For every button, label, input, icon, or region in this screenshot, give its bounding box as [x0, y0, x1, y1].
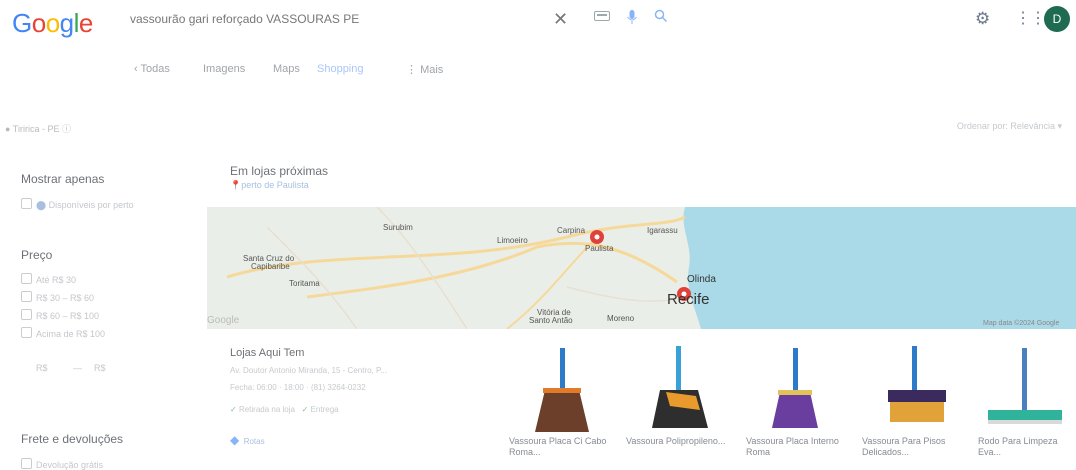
sort-dropdown[interactable]: Ordenar por: Relevância ▾ — [957, 121, 1062, 132]
gear-icon[interactable]: ⚙ — [975, 9, 990, 29]
checkbox[interactable] — [21, 198, 32, 209]
keyboard-icon[interactable] — [594, 9, 610, 27]
directions-icon: ◆ — [230, 433, 240, 447]
tab-shopping[interactable]: Shopping — [317, 63, 364, 75]
price-option-4[interactable]: Acima de R$ 100 — [21, 327, 105, 339]
product-title[interactable]: Vassoura Para Pisos Delicados... — [862, 436, 974, 458]
svg-text:Toritama: Toritama — [289, 279, 320, 288]
product-image — [888, 346, 946, 422]
svg-text:Paulista: Paulista — [585, 244, 614, 253]
location-indicator[interactable]: ● Tiririca - PE ⓘ — [5, 122, 71, 135]
shipping-heading: Frete e devoluções — [21, 432, 124, 446]
tab-maps[interactable]: Maps — [273, 63, 300, 75]
product-title[interactable]: Rodo Para Limpeza Eva... — [978, 436, 1074, 458]
close-icon[interactable]: ✕ — [553, 9, 568, 30]
map[interactable]: Surubim Limoeiro Carpina Igarassu Paulis… — [207, 207, 1076, 329]
product-card[interactable]: Rodo Para Limpeza Eva... — [978, 344, 1074, 470]
product-card[interactable]: Vassoura Placa Interno Roma — [746, 344, 858, 470]
pin-icon: ⬤ — [36, 200, 47, 210]
google-logo[interactable]: Google — [12, 8, 93, 39]
price-option-1[interactable]: Até R$ 30 — [21, 273, 76, 285]
product-title[interactable]: Vassoura Placa Interno Roma — [746, 436, 858, 458]
svg-text:Santo Antão: Santo Antão — [529, 316, 573, 325]
svg-text:Surubim: Surubim — [383, 223, 413, 232]
svg-text:Map data ©2024 Google: Map data ©2024 Google — [983, 319, 1059, 327]
product-card[interactable]: Vassoura Placa Ci Cabo Roma... — [509, 344, 621, 470]
nearby-location[interactable]: 📍perto de Paulista — [230, 180, 309, 191]
svg-text:Google: Google — [207, 315, 240, 326]
help-icon[interactable]: ⓘ — [62, 124, 71, 134]
directions-link[interactable]: ◆ Rotas — [230, 433, 265, 447]
map-canvas: Surubim Limoeiro Carpina Igarassu Paulis… — [207, 207, 1076, 329]
store-name[interactable]: Lojas Aqui Tem — [230, 347, 304, 359]
price-heading: Preço — [21, 248, 53, 262]
product-image — [988, 348, 1062, 424]
search-input[interactable]: vassourão gari reforçado VASSOURAS PE — [130, 12, 359, 26]
free-return-filter[interactable]: Devolução grátis — [21, 458, 103, 470]
nearby-filter[interactable]: ⬤ Disponíveis por perto — [21, 198, 134, 211]
product-card[interactable]: Vassoura Polipropileno... — [626, 344, 738, 470]
product-title[interactable]: Vassoura Placa Ci Cabo Roma... — [509, 436, 621, 458]
max-price-input[interactable]: R$ — [94, 363, 106, 373]
svg-text:Limoeiro: Limoeiro — [497, 236, 528, 245]
svg-text:Capibaribe: Capibaribe — [251, 262, 290, 271]
range-dash: — — [73, 363, 82, 373]
product-image — [772, 348, 818, 428]
store-address: Av. Doutor Antonio Miranda, 15 - Centro,… — [230, 366, 387, 375]
min-price-input[interactable]: R$ — [36, 363, 48, 373]
product-title[interactable]: Vassoura Polipropileno... — [626, 436, 738, 447]
price-option-2[interactable]: R$ 30 – R$ 60 — [21, 291, 94, 303]
product-card[interactable]: Vassoura Para Pisos Delicados... — [862, 344, 974, 470]
product-image — [652, 346, 708, 428]
store-badges: ✓ Retirada na loja ✓ Entrega — [230, 405, 339, 414]
tab-imagens[interactable]: Imagens — [203, 63, 245, 75]
svg-text:Moreno: Moreno — [607, 314, 635, 323]
svg-text:Igarassu: Igarassu — [647, 226, 678, 235]
tab-todas[interactable]: ‹ Todas — [134, 63, 170, 75]
price-option-3[interactable]: R$ 60 – R$ 100 — [21, 309, 99, 321]
avatar[interactable]: D — [1044, 6, 1070, 32]
tab-mais[interactable]: ⋮ Mais — [406, 63, 443, 76]
svg-text:Carpina: Carpina — [557, 226, 586, 235]
nearby-heading: Em lojas próximas — [230, 164, 329, 178]
svg-text:Recife: Recife — [667, 291, 710, 308]
store-hours: Fecha: 06:00 · 18:00 · (81) 3264-0232 — [230, 383, 366, 392]
pin-icon: 📍 — [230, 180, 242, 190]
svg-text:Olinda: Olinda — [687, 274, 716, 285]
show-only-heading: Mostrar apenas — [21, 172, 105, 186]
search-icon[interactable] — [654, 9, 668, 28]
mic-icon[interactable] — [626, 9, 638, 30]
product-image — [535, 348, 589, 432]
